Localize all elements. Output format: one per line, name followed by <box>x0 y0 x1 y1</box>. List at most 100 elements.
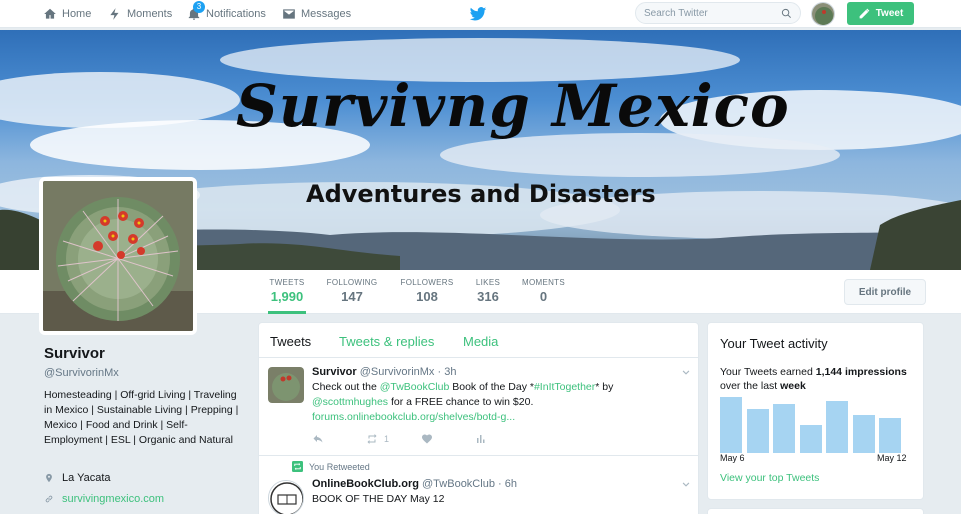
activity-bar-may-7[interactable] <box>746 409 769 453</box>
activity-bar-may-12[interactable] <box>879 418 901 453</box>
tweet-hashtag[interactable]: #InItTogether <box>534 381 595 393</box>
retweet-icon[interactable] <box>366 433 378 445</box>
tweet-text-part: Check out the <box>312 381 380 393</box>
nav-notifications[interactable]: 3 Notifications <box>187 0 266 28</box>
tweet-author-name[interactable]: Survivor <box>312 366 357 378</box>
tweet-avatar[interactable] <box>268 480 304 514</box>
link-icon <box>45 495 53 503</box>
activity-bar-may-8[interactable] <box>773 404 795 453</box>
heart-icon[interactable] <box>421 433 433 445</box>
nav-home-label: Home <box>62 8 92 20</box>
lightning-icon <box>110 8 119 20</box>
search-input[interactable]: Search Twitter <box>635 2 801 24</box>
timeline-tabs: Tweets Tweets & replies Media <box>259 323 698 358</box>
edit-profile-button[interactable]: Edit profile <box>844 279 926 305</box>
activity-bar-chart[interactable] <box>720 397 908 453</box>
tweet-author-handle[interactable]: @TwBookClub <box>422 478 495 490</box>
chart-start-date: May 6 <box>720 453 745 463</box>
activity-desc-part: Your Tweets earned <box>720 366 816 378</box>
tweet-header: Survivor @SurvivorinMx · 3h <box>312 366 456 378</box>
nav-messages[interactable]: Messages <box>282 0 351 28</box>
tweet-text-part: for a FREE chance to win $20. <box>388 396 534 408</box>
stat-following[interactable]: FOLLOWING 147 <box>326 278 378 304</box>
location-pin-icon <box>46 473 52 483</box>
nav-moments-label: Moments <box>127 8 173 20</box>
retweeted-icon <box>292 461 303 472</box>
tweet-activity-card: Your Tweet activity Your Tweets earned 1… <box>707 322 924 500</box>
activity-title: Your Tweet activity <box>720 336 828 351</box>
stat-followers[interactable]: FOLLOWERS 108 <box>399 278 455 304</box>
activity-desc-part: over the last <box>720 380 781 392</box>
tab-tweets[interactable]: Tweets <box>270 334 311 349</box>
tweet-item[interactable]: You Retweeted OnlineBookClub.org @TwBook… <box>259 456 698 514</box>
stat-followers-value: 108 <box>416 289 438 304</box>
nav-messages-label: Messages <box>301 8 352 20</box>
tweet-item[interactable]: Survivor @SurvivorinMx · 3h Check out th… <box>259 359 698 455</box>
retweet-context: You Retweeted <box>292 461 370 472</box>
nav-notifications-label: Notifications <box>206 8 266 20</box>
activity-bar-may-10[interactable] <box>826 401 848 453</box>
cactus-avatar-image <box>268 367 304 403</box>
profile-avatar[interactable] <box>39 177 197 335</box>
activity-bar-may-11[interactable] <box>852 415 875 453</box>
profile-name[interactable]: Survivor <box>44 345 105 362</box>
banner-title: Survivng Mexico <box>236 72 790 140</box>
search-placeholder: Search Twitter <box>644 7 708 19</box>
stat-following-value: 147 <box>341 289 363 304</box>
tweet-time[interactable]: · 6h <box>498 478 517 490</box>
stat-following-label: FOLLOWING <box>326 278 378 287</box>
tweet-button[interactable]: Tweet <box>847 2 914 25</box>
profile-handle[interactable]: @SurvivorinMx <box>44 367 119 379</box>
reply-icon[interactable] <box>312 433 324 445</box>
tweet-author-handle[interactable]: @SurvivorinMx <box>360 366 435 378</box>
tweet-avatar[interactable] <box>268 367 304 403</box>
profile-website[interactable]: survivingmexico.com <box>44 493 164 505</box>
stat-moments-label: MOMENTS <box>522 278 565 287</box>
analytics-icon[interactable] <box>475 433 487 445</box>
timeline: Tweets Tweets & replies Media Survivor @… <box>258 322 699 514</box>
retweet-context-label: You Retweeted <box>309 461 370 472</box>
chevron-down-icon[interactable] <box>681 480 691 490</box>
nav-home[interactable]: Home <box>43 0 91 28</box>
stat-likes[interactable]: LIKES 316 <box>474 278 502 304</box>
top-navigation: Home Moments 3 Notifications Messages Se… <box>0 0 961 28</box>
activity-bar-may-9[interactable] <box>799 425 822 453</box>
home-icon <box>44 8 56 19</box>
tab-media[interactable]: Media <box>463 334 498 349</box>
secondary-card <box>707 508 924 514</box>
activity-impressions: 1,144 impressions <box>815 366 907 378</box>
tweet-text-part: * by <box>595 381 614 393</box>
activity-period: week <box>780 380 806 392</box>
twitter-bird-icon[interactable] <box>469 5 487 23</box>
stat-moments[interactable]: MOMENTS 0 <box>521 278 566 304</box>
book-club-logo-image <box>269 481 303 514</box>
tweet-mention[interactable]: @TwBookClub <box>380 381 450 393</box>
retweet-count: 1 <box>384 434 390 444</box>
stat-likes-label: LIKES <box>475 278 501 287</box>
envelope-icon <box>283 9 295 19</box>
stat-likes-value: 316 <box>477 289 499 304</box>
tab-tweets-replies[interactable]: Tweets & replies <box>339 334 434 349</box>
profile-bio: Homesteading | Off-grid Living | Traveli… <box>44 389 239 446</box>
banner-subtitle: Adventures and Disasters <box>306 180 656 208</box>
tweet-button-label: Tweet <box>875 8 904 19</box>
activity-description: Your Tweets earned 1,144 impressions ove… <box>720 365 916 393</box>
tweet-text: Check out the @TwBookClub Book of the Da… <box>312 380 632 425</box>
tweet-author-name[interactable]: OnlineBookClub.org <box>312 478 419 490</box>
account-avatar[interactable] <box>811 2 835 26</box>
cactus-avatar-image <box>812 3 834 25</box>
chart-end-date: May 12 <box>877 453 907 463</box>
tweet-link[interactable]: forums.onlinebookclub.org/shelves/botd-g… <box>312 411 515 423</box>
tweet-actions: 1 <box>312 433 487 445</box>
nav-moments[interactable]: Moments <box>108 0 172 28</box>
tweet-time[interactable]: · 3h <box>438 366 457 378</box>
activity-bar-may-6[interactable] <box>720 397 742 453</box>
stat-tweets[interactable]: TWEETS 1,990 <box>268 278 306 314</box>
view-top-tweets-link[interactable]: View your top Tweets <box>720 472 819 484</box>
notifications-badge: 3 <box>193 1 205 13</box>
profile-website-link[interactable]: survivingmexico.com <box>62 493 164 505</box>
tweet-mention[interactable]: @scottmhughes <box>312 396 388 408</box>
chevron-down-icon[interactable] <box>681 368 691 378</box>
search-icon[interactable] <box>781 8 792 19</box>
profile-location: La Yacata <box>44 472 111 484</box>
